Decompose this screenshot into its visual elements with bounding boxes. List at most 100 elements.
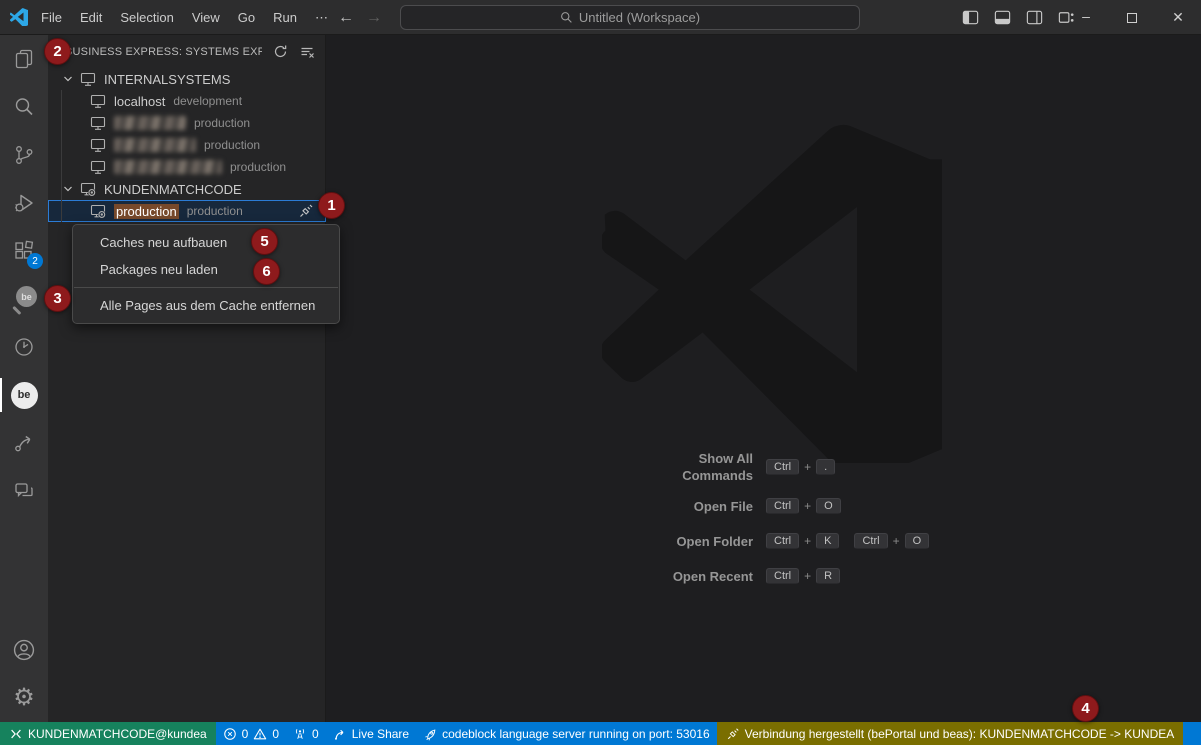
server-monitor-icon (90, 159, 106, 175)
shortcut-open-recent: Open Recent Ctrl + R (643, 563, 929, 589)
tree-item-description: production (204, 138, 260, 152)
shortcut-label: Open File (643, 498, 753, 515)
connection-status[interactable]: Verbindung hergestellt (bePortal und bea… (717, 722, 1184, 745)
annotation-badge-5: 5 (251, 228, 278, 255)
sidebar-item-business-express[interactable]: be (0, 371, 48, 419)
sidebar-item-be-search[interactable]: be (0, 275, 48, 323)
ports-count: 0 (312, 727, 319, 741)
context-menu: Caches neu aufbauen Packages neu laden A… (72, 224, 340, 324)
menu-file[interactable]: File (32, 6, 71, 29)
sidebar-item-source-control[interactable] (0, 131, 48, 179)
annotation-badge-2: 2 (44, 38, 71, 65)
window-controls: – ✕ (1063, 0, 1201, 35)
plus-separator: + (804, 460, 811, 474)
server-monitor-dot-icon (90, 203, 106, 219)
shortcut-show-all-commands: Show All Commands Ctrl + . (643, 450, 929, 484)
toggle-sidebar-icon[interactable] (958, 4, 982, 32)
tree-item-internalsystems[interactable]: INTERNALSYSTEMS (48, 68, 326, 90)
sidebar-item-feedback[interactable] (0, 467, 48, 515)
sidebar-title: BUSINESS EXPRESS: SYSTEMS EXPLOR... (65, 46, 262, 58)
chevron-down-icon[interactable] (62, 73, 74, 85)
connect-plug-icon[interactable] (298, 203, 314, 219)
shortcut-label: Open Folder (643, 533, 753, 550)
tree-item-redacted-server[interactable]: production (48, 134, 326, 156)
remote-indicator[interactable]: KUNDENMATCHCODE@kundea (0, 722, 216, 745)
broadcast-tower-icon (293, 727, 307, 741)
shortcut-label: Show All Commands (643, 450, 753, 484)
key-ctrl: Ctrl (766, 568, 799, 584)
language-server-label: codeblock language server running on por… (442, 727, 710, 741)
tree-item-description: production (230, 160, 286, 174)
menu-item-reload-packages[interactable]: Packages neu laden (73, 256, 339, 283)
source-control-icon (12, 143, 36, 167)
forward-arrow-icon[interactable]: → (366, 9, 382, 27)
gear-icon: ⚙ (13, 686, 35, 710)
sidebar-item-extensions[interactable]: 2 (0, 227, 48, 275)
minimize-button[interactable]: – (1063, 0, 1109, 35)
key-ctrl: Ctrl (854, 533, 887, 549)
chevron-down-icon[interactable] (62, 183, 74, 195)
ports-indicator[interactable]: 0 (286, 722, 326, 745)
annotation-badge-6: 6 (253, 258, 280, 285)
toggle-panel-icon[interactable] (990, 4, 1014, 32)
settings-button[interactable]: ⚙ (0, 674, 48, 722)
tree-item-redacted-server[interactable]: production (48, 156, 326, 178)
vscode-logo-icon (10, 8, 28, 26)
remote-label: KUNDENMATCHCODE@kundea (28, 727, 207, 741)
language-server-status[interactable]: codeblock language server running on por… (416, 722, 717, 745)
redacted-server-name (114, 138, 196, 152)
refresh-icon[interactable] (273, 44, 288, 59)
menu-view[interactable]: View (183, 6, 229, 29)
sidebar-item-search[interactable] (0, 83, 48, 131)
debug-icon (12, 191, 36, 215)
tree-item-localhost[interactable]: localhost development (48, 90, 326, 112)
shortcut-open-file: Open File Ctrl + O (643, 493, 929, 519)
menu-run[interactable]: Run (264, 6, 306, 29)
menu-item-remove-all-pages-cache[interactable]: Alle Pages aus dem Cache entfernen (73, 292, 339, 319)
connection-label: Verbindung hergestellt (bePortal und bea… (745, 727, 1175, 741)
sidebar-item-share[interactable] (0, 419, 48, 467)
account-button[interactable] (0, 626, 48, 674)
sidebar-item-explorer[interactable] (0, 35, 48, 83)
key-ctrl: Ctrl (766, 459, 799, 475)
tree-item-kundenmatchcode[interactable]: KUNDENMATCHCODE (48, 178, 326, 200)
toggle-secondary-sidebar-icon[interactable] (1022, 4, 1046, 32)
comments-icon (12, 479, 36, 503)
notifications-button[interactable] (1183, 722, 1201, 745)
menu-go[interactable]: Go (229, 6, 264, 29)
clear-filter-icon[interactable] (299, 44, 315, 60)
command-center-search[interactable]: Untitled (Workspace) (400, 5, 860, 30)
systems-tree: INTERNALSYSTEMS localhost development pr… (48, 68, 325, 722)
menu-overflow[interactable]: ⋯ (306, 6, 337, 30)
server-monitor-dot-icon (80, 181, 96, 197)
sidebar-item-run-debug[interactable] (0, 179, 48, 227)
maximize-button[interactable] (1109, 0, 1155, 35)
back-arrow-icon[interactable]: ← (338, 9, 354, 27)
tree-item-label: INTERNALSYSTEMS (104, 72, 230, 87)
menu-item-rebuild-caches[interactable]: Caches neu aufbauen (73, 229, 339, 256)
tree-item-label-highlighted: production (114, 204, 179, 219)
redacted-server-name (114, 116, 186, 130)
menu-selection[interactable]: Selection (111, 6, 182, 29)
error-icon (223, 727, 237, 741)
sidebar-item-history[interactable] (0, 323, 48, 371)
shortcut-open-folder: Open Folder Ctrl + K Ctrl + O (643, 528, 929, 554)
remote-icon (9, 727, 23, 741)
business-express-icon: be (11, 382, 38, 409)
editor-area: Show All Commands Ctrl + . Open File Ctr… (326, 35, 1201, 722)
tree-item-redacted-server[interactable]: production (48, 112, 326, 134)
problems-indicator[interactable]: 0 0 (216, 722, 286, 745)
server-monitor-icon (90, 93, 106, 109)
key-ctrl: Ctrl (766, 533, 799, 549)
be-search-icon: be (11, 286, 37, 312)
tree-item-production-selected[interactable]: production production (48, 200, 326, 222)
maximize-icon (1127, 13, 1137, 23)
plus-separator: + (804, 534, 811, 548)
share-arrow-icon (12, 431, 36, 455)
plug-icon (726, 727, 740, 741)
close-button[interactable]: ✕ (1155, 0, 1201, 35)
clock-icon (12, 335, 36, 359)
live-share-button[interactable]: Live Share (326, 722, 416, 745)
menu-edit[interactable]: Edit (71, 6, 111, 29)
shortcut-label: Open Recent (643, 568, 753, 585)
